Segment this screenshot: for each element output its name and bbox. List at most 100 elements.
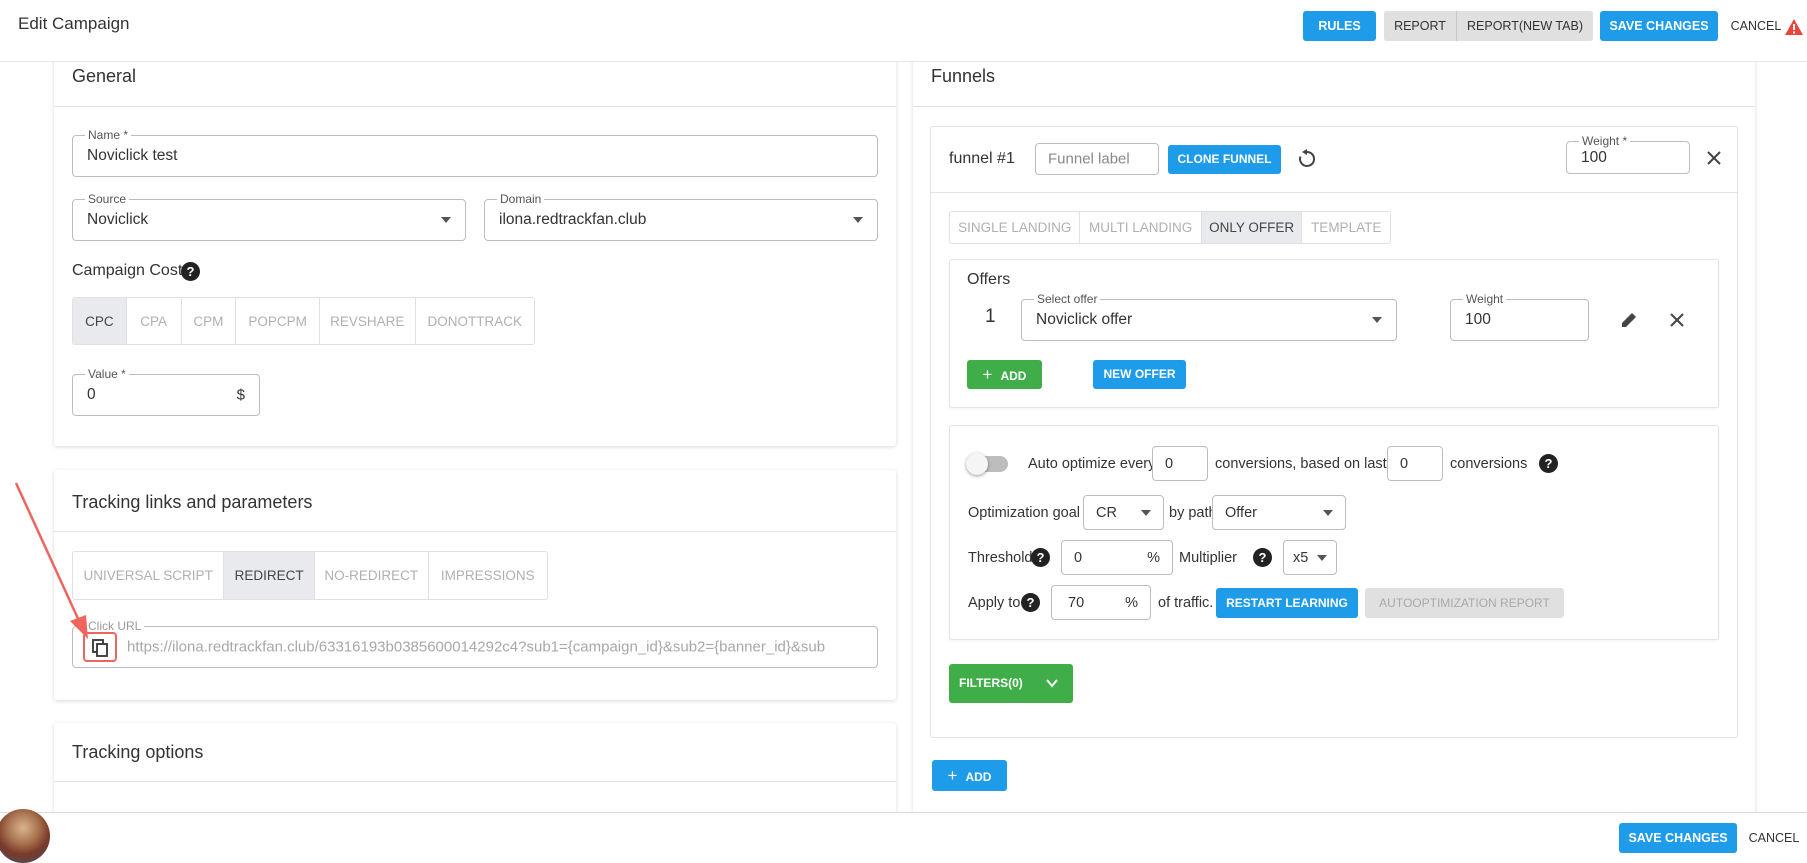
offer-weight-label: Weight: [1463, 292, 1507, 306]
auto-optimize-panel: Auto optimize every 0 conversions, based…: [949, 425, 1719, 640]
footer-save-changes-button[interactable]: SAVE CHANGES: [1619, 823, 1737, 853]
name-label: Name *: [85, 128, 132, 142]
rules-button[interactable]: RULES: [1303, 11, 1376, 41]
tracking-options-title: Tracking options: [72, 742, 204, 762]
refresh-icon[interactable]: [1297, 149, 1317, 169]
apply-to-text: Apply to: [968, 595, 1021, 611]
report-new-tab-button[interactable]: REPORT(NEW TAB): [1457, 11, 1593, 41]
filters-label: FILTERS(0): [959, 676, 1023, 690]
help-icon[interactable]: ?: [1021, 593, 1040, 612]
tracking-title: Tracking links and parameters: [72, 492, 313, 512]
warning-icon: [1785, 19, 1803, 35]
edit-pencil-icon[interactable]: [1619, 310, 1639, 330]
domain-value: ilona.redtrackfan.club: [499, 211, 647, 228]
by-path-select[interactable]: Offer: [1212, 495, 1346, 530]
campaign-cost-title: Campaign Cost: [72, 262, 183, 279]
chevron-down-icon: [1323, 509, 1333, 516]
tracking-type-tabs: UNIVERSAL SCRIPT REDIRECT NO-REDIRECT IM…: [72, 551, 548, 600]
help-icon[interactable]: ?: [1031, 548, 1050, 567]
funnel-weight-field[interactable]: Weight * 100: [1566, 134, 1690, 174]
threshold-value: 0: [1074, 549, 1083, 566]
auto-optimize-value: 0: [1165, 455, 1174, 472]
funnel-box: funnel #1 Funnel label CLONE FUNNEL Weig…: [930, 126, 1738, 738]
footer-cancel-button[interactable]: CANCEL: [1744, 823, 1804, 853]
tab-impressions[interactable]: IMPRESSIONS: [429, 552, 548, 599]
mode-template[interactable]: TEMPLATE: [1302, 212, 1390, 243]
autooptimization-report-button[interactable]: AUTOOPTIMIZATION REPORT: [1365, 588, 1564, 618]
divider: [54, 106, 896, 107]
tab-no-redirect[interactable]: NO-REDIRECT: [315, 552, 429, 599]
cost-type-revshare[interactable]: REVSHARE: [320, 298, 416, 344]
select-offer-dropdown[interactable]: Select offer Noviclick offer: [1021, 292, 1397, 341]
domain-select[interactable]: Domain ilona.redtrackfan.club: [484, 192, 878, 241]
cost-type-cpc[interactable]: CPC: [73, 298, 127, 344]
cancel-button[interactable]: CANCEL: [1726, 11, 1786, 41]
auto-optimize-toggle[interactable]: [966, 453, 1008, 475]
source-value: Noviclick: [87, 211, 149, 228]
mode-single-landing[interactable]: SINGLE LANDING: [950, 212, 1081, 243]
funnels-title: Funnels: [931, 66, 996, 86]
close-icon[interactable]: [1706, 150, 1722, 166]
cost-type-donottrack[interactable]: DONOTTRACK: [416, 298, 534, 344]
offer-weight-field[interactable]: Weight 100: [1450, 292, 1589, 341]
apply-to-unit: %: [1125, 594, 1138, 611]
footer-bar: SAVE CHANGES CANCEL: [0, 812, 1807, 863]
chevron-down-icon: [853, 217, 863, 223]
divider: [54, 531, 896, 532]
select-offer-value: Noviclick offer: [1036, 311, 1133, 328]
value-label: Value *: [85, 367, 129, 381]
chevron-down-icon: [1317, 554, 1327, 561]
add-offer-button[interactable]: + ADD: [967, 360, 1042, 389]
cost-type-popcpm[interactable]: POPCPM: [236, 298, 320, 344]
tab-redirect[interactable]: REDIRECT: [224, 552, 315, 599]
optimization-goal-select[interactable]: CR: [1083, 495, 1164, 530]
value-value: 0: [87, 386, 96, 403]
report-button[interactable]: REPORT: [1384, 11, 1456, 41]
name-value: Noviclick test: [87, 147, 178, 164]
value-field[interactable]: Value * 0 $: [72, 367, 260, 416]
chevron-down-icon: [1372, 317, 1382, 323]
help-icon[interactable]: ?: [1253, 548, 1272, 567]
source-select[interactable]: Source Noviclick: [72, 192, 466, 241]
mode-only-offer[interactable]: ONLY OFFER: [1201, 212, 1303, 243]
save-changes-button[interactable]: SAVE CHANGES: [1600, 11, 1718, 41]
click-url-value: https://ilona.redtrackfan.club/63316193b…: [127, 638, 826, 656]
divider: [54, 781, 896, 782]
cost-type-selector: CPC CPA CPM POPCPM REVSHARE DONOTTRACK: [72, 297, 535, 345]
mode-multi-landing[interactable]: MULTI LANDING: [1080, 212, 1202, 243]
page-title: Edit Campaign: [18, 14, 130, 33]
auto-optimize-every-input[interactable]: 0: [1152, 446, 1208, 481]
threshold-text: Threshold: [968, 550, 1033, 566]
optimization-goal-value: CR: [1096, 504, 1117, 521]
add-funnel-button[interactable]: + ADD: [932, 760, 1007, 791]
help-icon[interactable]: ?: [1539, 454, 1558, 473]
general-card: General Name * Noviclick test Source Nov…: [54, 44, 896, 446]
restart-learning-button[interactable]: RESTART LEARNING: [1216, 588, 1358, 618]
offers-title: Offers: [967, 271, 1011, 288]
divider: [913, 106, 1755, 107]
conversions-based-last-input[interactable]: 0: [1387, 446, 1443, 481]
cost-type-cpa[interactable]: CPA: [127, 298, 182, 344]
close-icon[interactable]: [1669, 312, 1685, 328]
funnels-card: Funnels funnel #1 Funnel label CLONE FUN…: [913, 44, 1755, 834]
offer-index: 1: [985, 306, 996, 327]
clone-funnel-button[interactable]: CLONE FUNNEL: [1168, 145, 1281, 174]
add-offer-label: ADD: [1000, 369, 1027, 383]
filters-button[interactable]: FILTERS(0): [949, 664, 1073, 703]
name-field[interactable]: Name * Noviclick test: [72, 128, 878, 177]
threshold-input[interactable]: 0 %: [1061, 540, 1173, 575]
toggle-knob: [966, 453, 988, 475]
by-path-value: Offer: [1225, 504, 1257, 521]
general-title: General: [72, 66, 137, 86]
multiplier-value: x5: [1293, 549, 1309, 566]
click-url-field[interactable]: Click URL https://ilona.redtrackfan.club…: [72, 619, 878, 668]
apply-to-input[interactable]: 70 %: [1051, 585, 1151, 620]
multiplier-text: Multiplier: [1179, 550, 1238, 566]
funnel-label-input[interactable]: Funnel label: [1035, 143, 1159, 175]
cost-type-cpm[interactable]: CPM: [182, 298, 237, 344]
domain-label: Domain: [497, 192, 545, 206]
new-offer-button[interactable]: NEW OFFER: [1093, 360, 1186, 389]
plus-icon: +: [982, 365, 993, 384]
help-icon[interactable]: ?: [181, 262, 200, 281]
multiplier-select[interactable]: x5: [1283, 540, 1337, 575]
